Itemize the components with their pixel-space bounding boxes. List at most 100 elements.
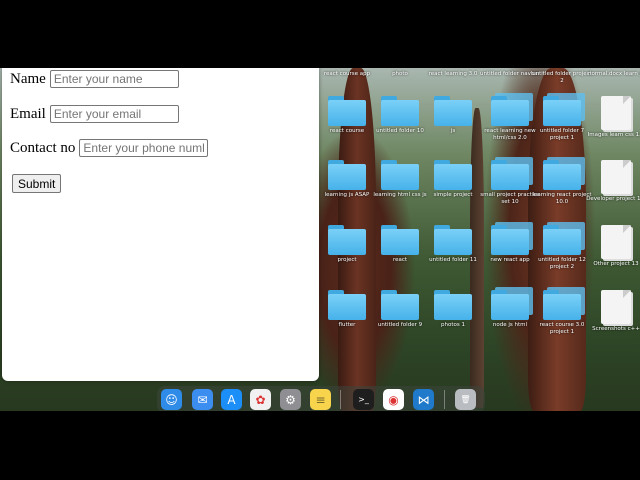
desktop-folder[interactable]: learning react project 10.0: [532, 157, 592, 206]
desktop-folder[interactable]: Images learn css 1.0: [586, 96, 640, 139]
folder-icon: [543, 222, 585, 255]
folder-label: untitled folder 7 project 1: [539, 128, 585, 141]
folder-icon: [434, 96, 472, 126]
system-preferences-icon[interactable]: ⚙: [280, 389, 301, 410]
folder-icon: [491, 287, 533, 320]
folder-label: normal.docx learn js: [588, 71, 640, 77]
contact-row: Contact no: [10, 139, 209, 157]
folder-label: untitled folder navbar: [480, 71, 540, 77]
folder-label: Other project 13: [593, 261, 639, 267]
desktop-folder[interactable]: react course: [317, 96, 377, 135]
folder-label: new react app: [490, 257, 530, 263]
contact-input[interactable]: [79, 139, 209, 157]
folder-label: react course 3.0 project 1: [539, 322, 585, 335]
desktop-folder[interactable]: untitled folder 12 project 2: [532, 222, 592, 271]
app-store-icon[interactable]: A: [221, 389, 242, 410]
folder-label: flutter: [338, 322, 356, 328]
folder-icon: [491, 157, 533, 190]
desktop-folder[interactable]: untitled folder 7 project 1: [532, 93, 592, 142]
desktop-folder[interactable]: react: [370, 225, 430, 264]
desktop-folder[interactable]: untitled folder navbar: [480, 69, 540, 78]
desktop-folder[interactable]: photo: [370, 69, 430, 78]
folder-icon: [381, 225, 419, 255]
folder-label: small project practice set 10: [480, 192, 540, 205]
desktop-folder[interactable]: untitled folder 9: [370, 290, 430, 329]
email-label: Email: [10, 105, 46, 122]
folder-icon: [381, 96, 419, 126]
desktop-folder[interactable]: Other project 13: [586, 225, 640, 268]
desktop-folder[interactable]: react course app: [317, 69, 377, 78]
desktop-folder[interactable]: flutter: [317, 290, 377, 329]
folder-label: js: [450, 128, 456, 134]
folder-icon: [381, 290, 419, 320]
folder-icon: [328, 160, 366, 190]
desktop: Name Email Contact no Submit react cours…: [0, 68, 640, 411]
folder-icon: [434, 225, 472, 255]
desktop-folder[interactable]: react learning 3.0: [423, 69, 483, 78]
document-icon: [601, 225, 631, 259]
notes-icon[interactable]: ≡: [310, 389, 331, 410]
name-label: Name: [10, 70, 46, 87]
desktop-folder[interactable]: project: [317, 225, 377, 264]
folder-label: Developer project 1.0: [586, 196, 640, 202]
folder-label: photo: [392, 71, 408, 77]
dock: ☺ ✉ A ✿ ⚙ ≡ >_ ◉ ⋈ 🗑: [157, 386, 485, 411]
folder-icon: [491, 222, 533, 255]
folder-icon: [434, 290, 472, 320]
dock-separator: [444, 390, 445, 409]
contact-label: Contact no: [10, 139, 76, 156]
desktop-folder[interactable]: simple project: [423, 160, 483, 199]
folder-icon: [543, 93, 585, 126]
folder-label: node js html: [492, 322, 528, 328]
submit-button[interactable]: Submit: [12, 174, 62, 193]
desktop-folder[interactable]: normal.docx learn js: [586, 69, 640, 78]
folder-label: learning react project 10.0: [532, 192, 592, 205]
folder-icon: [543, 157, 585, 190]
desktop-folder[interactable]: small project practice set 10: [480, 157, 540, 206]
folder-label: simple project: [433, 192, 473, 198]
folder-label: react: [392, 257, 408, 263]
desktop-folder[interactable]: js: [423, 96, 483, 135]
folder-label: untitled folder 9: [377, 322, 423, 328]
desktop-folder[interactable]: untitled folder 10: [370, 96, 430, 135]
folder-label: react course: [329, 128, 365, 134]
desktop-folder[interactable]: react course 3.0 project 1: [532, 287, 592, 336]
folder-icon: [543, 287, 585, 320]
desktop-folder[interactable]: learning js ASAP: [317, 160, 377, 199]
photos-icon[interactable]: ✿: [250, 389, 271, 410]
folder-label: untitled folder 11: [429, 257, 477, 263]
folder-label: untitled folder 10: [376, 128, 424, 134]
chrome-icon[interactable]: ◉: [383, 389, 404, 410]
desktop-folder[interactable]: node js html: [480, 287, 540, 329]
folder-icon: [491, 93, 533, 126]
folder-label: react course app: [323, 71, 371, 77]
terminal-icon[interactable]: >_: [353, 389, 374, 410]
desktop-folder[interactable]: react learning new html/css 2.0: [480, 93, 540, 142]
browser-window: Name Email Contact no Submit: [2, 68, 319, 381]
folder-label: project: [337, 257, 357, 263]
mail-icon[interactable]: ✉: [192, 389, 213, 410]
folder-label: learning js ASAP: [324, 192, 370, 198]
desktop-folder[interactable]: photos 1: [423, 290, 483, 329]
folder-icon: [328, 225, 366, 255]
finder-icon[interactable]: ☺: [161, 389, 182, 410]
folder-icon: [328, 96, 366, 126]
desktop-folder[interactable]: new react app: [480, 222, 540, 264]
desktop-folder[interactable]: untitled folder project 2: [532, 69, 592, 85]
name-row: Name: [10, 70, 179, 88]
document-icon: [601, 290, 631, 324]
desktop-folder[interactable]: learning html css js: [370, 160, 430, 199]
email-row: Email: [10, 105, 179, 123]
email-input[interactable]: [49, 105, 179, 123]
document-icon: [601, 160, 631, 194]
folder-label: react learning new html/css 2.0: [484, 128, 536, 141]
desktop-folder[interactable]: Screenshots c++: [586, 290, 640, 333]
folder-label: photos 1: [441, 322, 465, 328]
desktop-folder[interactable]: untitled folder 11: [423, 225, 483, 264]
folder-icon: [434, 160, 472, 190]
name-input[interactable]: [49, 70, 179, 88]
vscode-icon[interactable]: ⋈: [413, 389, 434, 410]
trash-icon[interactable]: 🗑: [455, 389, 476, 410]
dock-separator: [340, 390, 341, 409]
desktop-folder[interactable]: Developer project 1.0: [586, 160, 640, 203]
